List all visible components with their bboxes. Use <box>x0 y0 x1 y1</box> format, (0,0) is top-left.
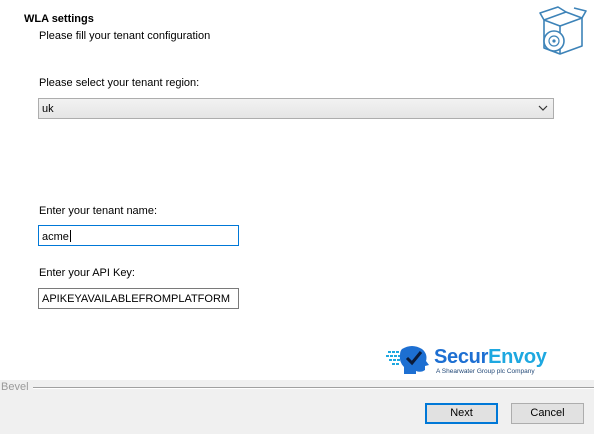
text-caret <box>69 230 71 242</box>
region-label: Please select your tenant region: <box>39 77 200 89</box>
tenant-name-value: acme <box>42 231 69 243</box>
api-key-field[interactable]: APIKEYAVAILABLEFROMPLATFORM <box>38 288 239 309</box>
logo-word-part1: Secur <box>434 346 489 368</box>
page-subtitle: Please fill your tenant configuration <box>39 30 211 42</box>
bevel-label: Bevel <box>1 381 29 393</box>
api-key-value: APIKEYAVAILABLEFROMPLATFORM <box>42 293 231 305</box>
securenvoy-logo: SecurEnvoy A Shearwater Group plc Compan… <box>386 343 556 379</box>
logo-wordmark: SecurEnvoy <box>434 346 547 369</box>
region-selected-value: uk <box>42 103 54 115</box>
logo-tagline: A Shearwater Group plc Company <box>436 368 535 375</box>
logo-word-part2: Envoy <box>488 346 547 368</box>
head-check-logo-icon <box>386 346 429 374</box>
page-title: WLA settings <box>24 13 94 25</box>
next-button[interactable]: Next <box>425 403 498 424</box>
chevron-down-icon <box>538 105 548 111</box>
bevel-divider <box>33 387 594 389</box>
api-key-label: Enter your API Key: <box>39 267 135 279</box>
dialog-header: WLA settings Please fill your tenant con… <box>0 0 594 62</box>
region-dropdown[interactable]: uk <box>38 98 554 119</box>
installer-box-cd-icon <box>539 6 587 55</box>
tenant-name-label: Enter your tenant name: <box>39 205 158 217</box>
cancel-button[interactable]: Cancel <box>511 403 584 424</box>
tenant-name-field[interactable]: acme <box>38 225 239 246</box>
